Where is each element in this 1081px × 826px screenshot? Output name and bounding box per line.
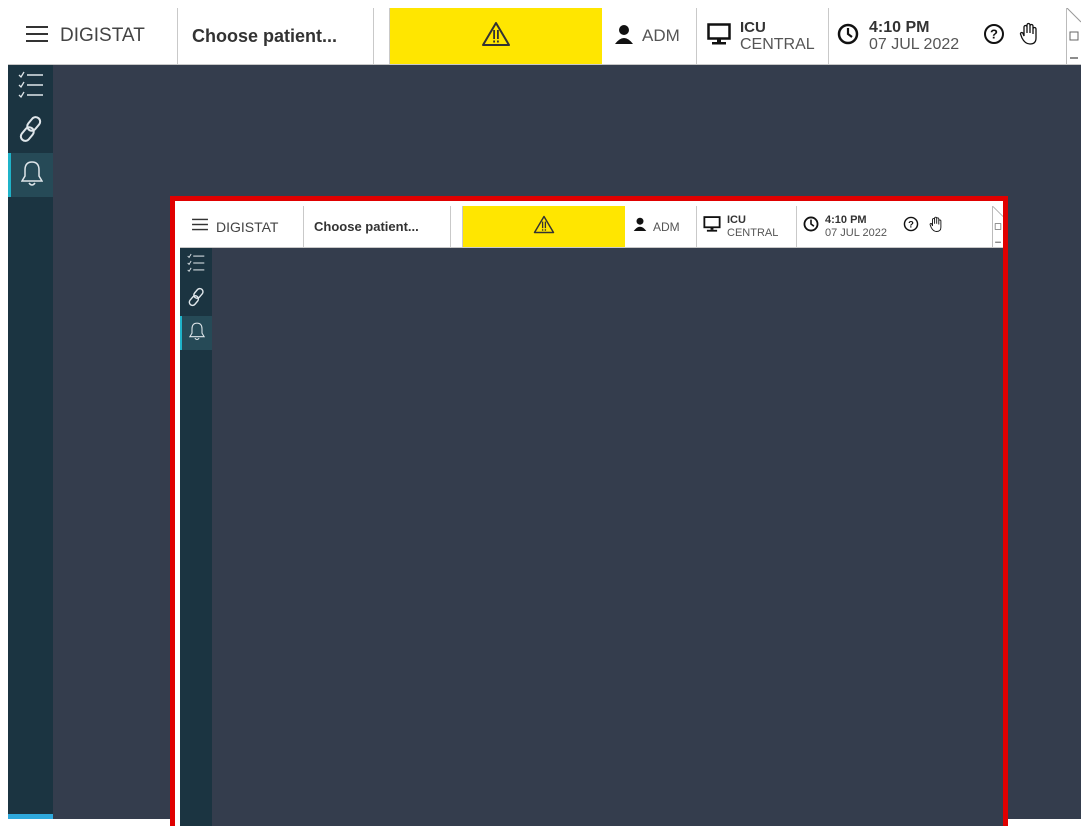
hand-icon	[929, 216, 943, 238]
sidebar-item-alarms-preview	[180, 316, 212, 350]
link-icon	[188, 287, 205, 312]
clock-time-preview: 4:10 PM	[825, 213, 867, 226]
link-icon	[19, 115, 43, 148]
sidebar	[8, 65, 53, 819]
monitor-icon	[703, 216, 721, 237]
clock-icon	[837, 23, 859, 50]
highlight-frame: DIGISTAT Choose patient... ADM ICU CENTR…	[170, 196, 1008, 826]
clock-area: 4:10 PM 07 JUL 2022 ?	[829, 8, 1059, 64]
main-menu-button[interactable]: DIGISTAT	[8, 8, 178, 64]
menu-icon	[26, 25, 48, 48]
sidebar-item-connections-preview	[180, 282, 212, 316]
window-controls[interactable]	[1066, 8, 1081, 64]
top-bar: DIGISTAT Choose patient... ADM ICU CENTR…	[8, 8, 1081, 65]
topbar-divider	[374, 8, 390, 64]
patient-label: Choose patient...	[192, 25, 338, 46]
top-bar-preview: DIGISTAT Choose patient... ADM ICU CENTR…	[180, 206, 1003, 248]
help-icon[interactable]: ?	[983, 23, 1005, 50]
svg-text:?: ?	[990, 26, 998, 41]
user-icon	[614, 24, 634, 49]
patient-label-preview: Choose patient...	[314, 219, 419, 234]
sidebar-item-connections[interactable]	[8, 109, 53, 153]
sidebar-item-alarms[interactable]	[8, 153, 53, 197]
clock-date: 07 JUL 2022	[869, 36, 960, 53]
bell-icon	[20, 159, 44, 192]
clock-icon	[803, 216, 819, 237]
sidebar-item-checklist-preview	[180, 248, 212, 282]
clock-date-preview: 07 JUL 2022	[825, 226, 887, 239]
app-name-preview: DIGISTAT	[216, 218, 279, 235]
topbar-divider-preview	[451, 206, 463, 247]
warning-icon	[533, 215, 555, 239]
checklist-icon	[187, 252, 205, 279]
workstation-info[interactable]: ICU CENTRAL	[697, 8, 829, 64]
help-icon: ?	[903, 216, 919, 237]
workstation-info-preview: ICU CENTRAL	[697, 206, 797, 247]
workstation-domain-preview: ICU	[727, 213, 746, 226]
user-name-preview: ADM	[653, 219, 680, 234]
warning-icon	[481, 21, 511, 52]
user-button-preview: ADM	[625, 206, 697, 247]
workstation-name: CENTRAL	[740, 36, 815, 53]
patient-selector[interactable]: Choose patient...	[178, 8, 374, 64]
monitor-icon	[707, 22, 731, 50]
bell-icon	[188, 321, 206, 346]
workstation-name-preview: CENTRAL	[727, 226, 779, 239]
svg-text:?: ?	[908, 219, 914, 230]
app-window-preview: DIGISTAT Choose patient... ADM ICU CENTR…	[180, 206, 1003, 826]
main-menu-button-preview: DIGISTAT	[180, 206, 304, 247]
window-controls-preview	[992, 206, 1003, 247]
menu-icon	[192, 218, 208, 236]
user-icon	[633, 217, 647, 236]
clock-area-preview: 4:10 PM 07 JUL 2022 ?	[797, 206, 957, 247]
user-button[interactable]: ADM	[602, 8, 697, 64]
workstation-domain: ICU	[740, 19, 766, 36]
alarm-notification-button[interactable]	[390, 8, 602, 64]
alarm-notification-preview	[463, 206, 625, 247]
patient-selector-preview: Choose patient...	[304, 206, 451, 247]
app-name: DIGISTAT	[60, 25, 145, 46]
checklist-icon	[18, 70, 44, 105]
sidebar-item-checklist[interactable]	[8, 65, 53, 109]
sidebar-bottom-bar	[8, 814, 53, 819]
user-name: ADM	[642, 26, 680, 45]
sidebar-preview	[180, 248, 212, 826]
clock-time: 4:10 PM	[869, 19, 930, 36]
hand-icon[interactable]	[1019, 22, 1039, 51]
